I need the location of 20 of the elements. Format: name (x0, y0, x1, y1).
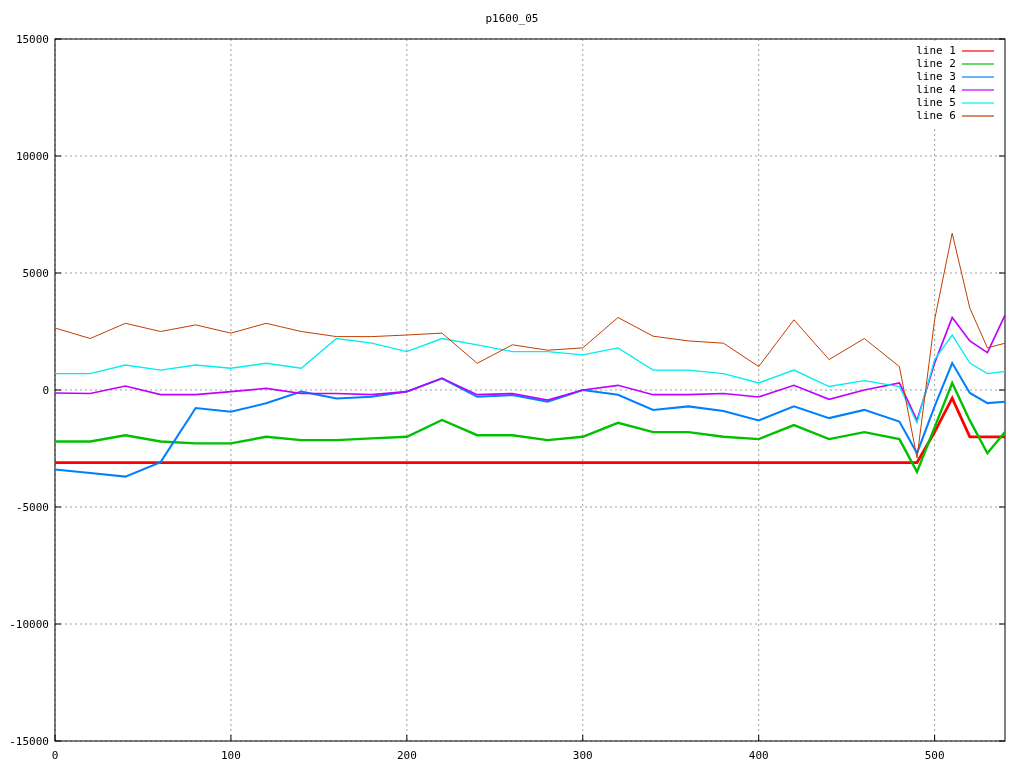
x-tick-label: 400 (748, 749, 769, 762)
y-tick-label: 10000 (15, 150, 49, 163)
legend-label: line 3 (916, 70, 956, 83)
x-tick-label: 300 (572, 749, 593, 762)
y-tick-label: -15000 (9, 735, 49, 748)
y-tick-label: 0 (42, 384, 49, 397)
legend-label: line 4 (916, 83, 956, 96)
chart-title: p1600_05 (485, 12, 539, 25)
legend-label: line 6 (916, 109, 956, 122)
legend-label: line 2 (916, 57, 956, 70)
x-tick-label: 0 (51, 749, 59, 762)
x-tick-label: 500 (924, 749, 945, 762)
y-tick-label: 15000 (15, 33, 49, 46)
y-tick-label: -5000 (15, 501, 49, 514)
legend-label: line 1 (916, 44, 956, 57)
y-tick-label: 5000 (22, 267, 49, 280)
legend-label: line 5 (916, 96, 956, 109)
x-tick-label: 100 (221, 749, 241, 762)
x-tick-label: 200 (396, 749, 417, 762)
y-tick-label: -10000 (9, 618, 49, 631)
